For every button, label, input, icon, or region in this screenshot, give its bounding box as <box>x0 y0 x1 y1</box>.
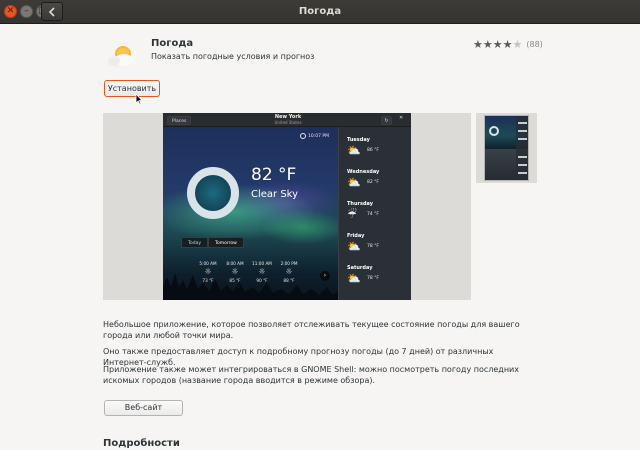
forecast-temp: 82 °F <box>367 180 379 185</box>
screenshot-thumbnail[interactable] <box>484 115 529 181</box>
screenshot-gallery: Places New York United States ↻ ✕ 10:07 … <box>103 113 471 300</box>
forecast-day-name: Wednesday <box>347 169 380 175</box>
forecast-day: Thursday ☔ 74 °F <box>347 201 407 231</box>
sun-cloud-icon: ⛅ <box>347 272 361 285</box>
sun-cloud-icon: ⛅ <box>347 144 361 157</box>
forecast-day-name: Saturday <box>347 265 373 271</box>
app-name: Погода <box>151 38 194 49</box>
rating[interactable]: ★ ★ ★ ★ ★ (88) <box>473 38 543 50</box>
places-button: Places <box>167 116 192 125</box>
thumbnail-row <box>518 130 527 132</box>
forecast-temp: 78 °F <box>367 244 379 249</box>
thumbnail-row <box>518 138 527 140</box>
thumbnail-row <box>518 156 527 158</box>
star-empty-icon: ★ <box>512 37 523 51</box>
refresh-icon: ↻ <box>381 116 392 125</box>
hour-item: 2:00 PM ☼ 88 °F <box>276 261 302 283</box>
forecast-day: Tuesday ⛅ 86 °F <box>347 137 407 167</box>
sun-icon: ☼ <box>285 267 293 276</box>
clear-sky-icon <box>187 167 239 219</box>
app-summary: Показать погодные условия и прогноз <box>151 52 315 61</box>
forecast-temp: 86 °F <box>367 148 379 153</box>
forecast-day: Wednesday ⛅ 82 °F <box>347 169 407 199</box>
hour-item: 5:00 AM ☼ 73 °F <box>195 261 221 283</box>
forecast-day-name: Friday <box>347 233 365 239</box>
sun-cloud-icon: ⛅ <box>347 176 361 189</box>
forecast-temp: 74 °F <box>367 212 379 217</box>
forecast-day: Friday ⛅ 78 °F <box>347 233 407 263</box>
window-titlebar: ✕ – □ Погода <box>0 0 640 24</box>
window-title: Погода <box>298 6 342 17</box>
star-icon: ★ <box>482 37 493 51</box>
description-paragraph-1: Небольшое приложение, которое позволяет … <box>103 320 520 340</box>
star-icon: ★ <box>502 37 513 51</box>
forecast-temp: 78 °F <box>367 276 379 281</box>
screenshot-thumbnails <box>476 113 537 183</box>
tab-tomorrow: Tomorrow <box>208 237 244 248</box>
hour-item: 8:00 AM ☼ 85 °F <box>222 261 248 283</box>
thumbnail-row <box>518 172 527 174</box>
country-name: United States <box>274 120 302 125</box>
thumbnail-row <box>518 122 527 124</box>
sun-icon: ☼ <box>204 267 212 276</box>
description-paragraph-3: Приложение также может интегрироваться в… <box>103 365 519 385</box>
sun-icon: ☼ <box>258 267 266 276</box>
sun-icon: ☼ <box>231 267 239 276</box>
rain-icon: ☔ <box>347 208 357 221</box>
rating-count: (88) <box>526 39 543 49</box>
forecast-day-name: Tuesday <box>347 137 370 143</box>
thumbnail-ring <box>489 126 499 136</box>
hour-item: 11:00 AM ☼ 90 °F <box>249 261 275 283</box>
current-time: 10:07 PM <box>308 134 329 139</box>
forecast-day-name: Thursday <box>347 201 374 207</box>
current-condition: Clear Sky <box>251 189 299 200</box>
install-button[interactable]: Установить <box>104 80 160 97</box>
details-heading: Подробности <box>103 438 180 449</box>
weather-app-icon <box>107 46 133 68</box>
close-icon: ✕ <box>399 115 404 121</box>
sun-cloud-icon: ⛅ <box>347 240 361 253</box>
hour-temp: 90 °F <box>256 278 268 283</box>
hourly-forecast: 5:00 AM ☼ 73 °F 8:00 AM ☼ 85 °F 11:00 AM… <box>195 261 325 297</box>
hour-temp: 88 °F <box>283 278 295 283</box>
day-tabs: Today Tomorrow <box>181 237 244 248</box>
weather-headerbar: Places New York United States ↻ ✕ <box>163 113 411 127</box>
tab-today: Today <box>181 237 209 248</box>
forecast-day: Saturday ⛅ 78 °F <box>347 265 407 295</box>
hour-temp: 73 °F <box>202 278 214 283</box>
hour-temp: 85 °F <box>229 278 241 283</box>
star-icon: ★ <box>473 37 483 51</box>
thumbnail-row <box>518 164 527 166</box>
clock-icon <box>300 133 306 139</box>
current-temperature: 82 °F <box>251 165 297 185</box>
mouse-cursor-icon <box>135 93 143 105</box>
chevron-right-icon: › <box>320 271 330 281</box>
website-button[interactable]: Веб-сайт <box>104 400 183 416</box>
star-icon: ★ <box>492 37 503 51</box>
daily-forecast: Tuesday ⛅ 86 °F Wednesday ⛅ 82 °F Thursd… <box>338 127 411 300</box>
main-screenshot[interactable]: Places New York United States ↻ ✕ 10:07 … <box>163 113 411 300</box>
